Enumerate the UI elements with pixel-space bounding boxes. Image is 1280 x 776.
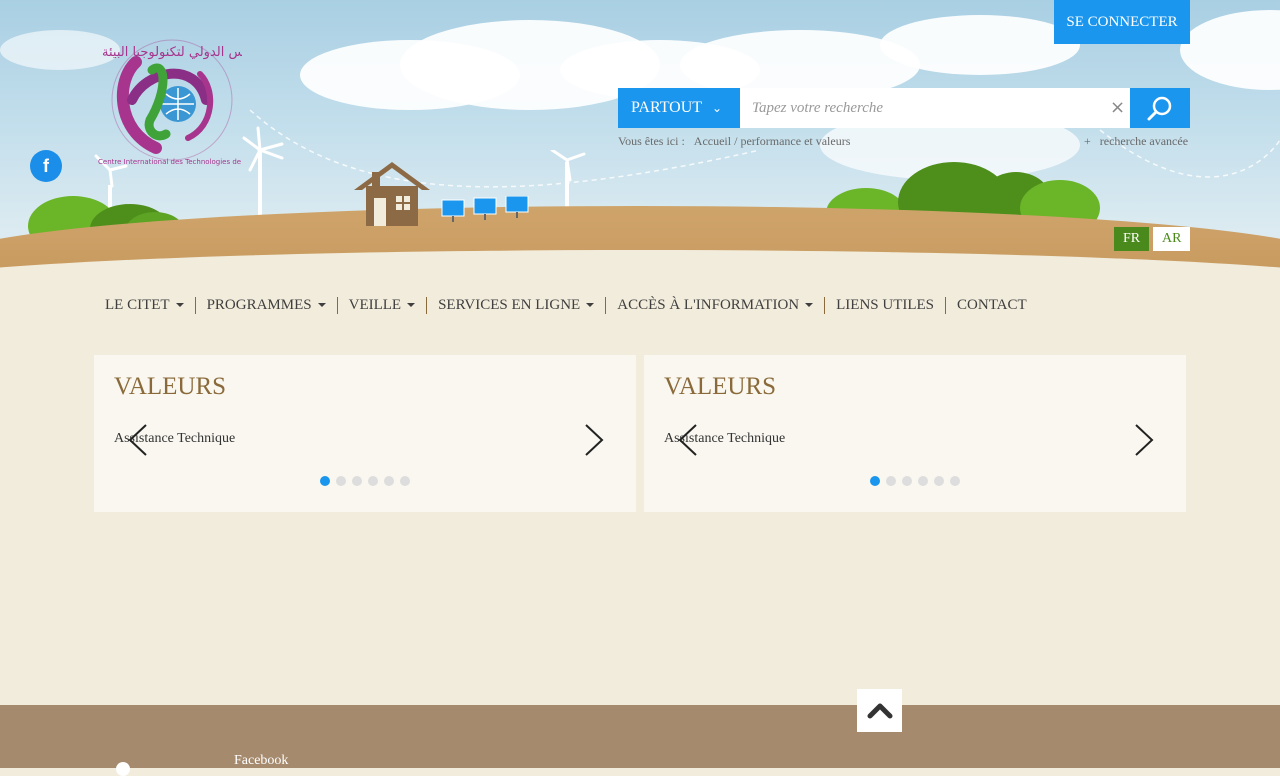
back-to-top-button[interactable] [857,689,902,732]
house-icon [354,162,430,226]
prev-arrow-icon[interactable] [676,423,700,457]
search-scope-label: PARTOUT [631,99,703,116]
panel-title: VALEURS [114,373,227,400]
cloud [880,15,1080,75]
nav-item-label: ACCÈS À L'INFORMATION [617,296,800,313]
search-input[interactable] [740,88,1130,128]
slider-dot[interactable] [368,476,378,486]
nav-item-label: CONTACT [957,296,1027,313]
chevron-up-icon [867,703,893,719]
slider-dot[interactable] [950,476,960,486]
panel-title: VALEURS [664,373,777,400]
slider-dot[interactable] [400,476,410,486]
logo-arabic-text: مركز تونس الدولي لتكنولوجيا البيئة [102,45,242,60]
nav-item-label: PROGRAMMES [206,296,312,313]
footer-bullet-icon [116,762,130,776]
caret-down-icon [407,303,416,308]
slider-dot[interactable] [352,476,362,486]
clear-search-icon[interactable]: × [1110,97,1125,118]
nav-item-acces-information[interactable]: ACCÈS À L'INFORMATION [605,296,824,314]
solar-panels-icon [441,196,529,222]
chevron-down-icon: ⌄ [712,101,723,115]
nav-item-label: SERVICES EN LIGNE [438,296,581,313]
slider-dot[interactable] [870,476,880,486]
caret-down-icon [805,303,814,308]
slider-dots [94,476,636,486]
slider-dot[interactable] [934,476,944,486]
main-nav: LE CITET PROGRAMMES VEILLE SERVICES EN L… [94,294,1038,316]
next-arrow-icon[interactable] [1132,423,1156,457]
breadcrumb-current: performance et valeurs [740,134,851,148]
caret-down-icon [586,303,595,308]
next-arrow-icon[interactable] [582,423,606,457]
slider-dot[interactable] [918,476,928,486]
advanced-search-link[interactable]: + recherche avancée [1084,134,1188,149]
nav-item-le-citet[interactable]: LE CITET [94,297,195,314]
search-scope-dropdown[interactable]: PARTOUT ⌄ [618,88,740,128]
language-fr-button[interactable]: FR [1114,227,1150,251]
language-ar-button[interactable]: AR [1153,227,1191,251]
nav-item-contact[interactable]: CONTACT [945,296,1038,314]
breadcrumb: Vous êtes ici : Accueil / performance et… [618,134,850,149]
nav-item-veille[interactable]: VEILLE [336,296,426,314]
slider-dot[interactable] [886,476,896,486]
nav-item-services-en-ligne[interactable]: SERVICES EN LIGNE [426,296,605,314]
cloud [1180,10,1280,90]
login-button[interactable]: SE CONNECTER [1054,0,1190,44]
nav-item-liens-utiles[interactable]: LIENS UTILES [824,296,945,314]
search-button[interactable] [1130,88,1190,128]
slider-dot[interactable] [384,476,394,486]
caret-down-icon [175,303,184,308]
slider-dot[interactable] [902,476,912,486]
prev-arrow-icon[interactable] [126,423,150,457]
values-panel: VALEURS Assistance Technique [94,355,636,512]
search-icon [1147,96,1172,121]
logo-latin-text: Centre International des Technologies de… [98,158,242,166]
values-panel: VALEURS Assistance Technique [644,355,1186,512]
breadcrumb-home-link[interactable]: Accueil [694,134,731,149]
nav-item-label: VEILLE [348,296,402,313]
nav-item-programmes[interactable]: PROGRAMMES [194,296,337,314]
facebook-icon[interactable]: f [30,150,62,182]
breadcrumb-separator: / [734,134,738,148]
nav-item-label: LE CITET [105,296,170,313]
citet-logo[interactable]: مركز تونس الدولي لتكنولوجيا البيئة Centr… [96,30,242,170]
footer-facebook-link[interactable]: Facebook [234,753,288,769]
nav-item-label: LIENS UTILES [836,296,935,313]
slider-dot[interactable] [320,476,330,486]
slider-dot[interactable] [336,476,346,486]
caret-down-icon [317,303,326,308]
breadcrumb-prefix: Vous êtes ici : [618,134,685,148]
footer [0,705,1280,768]
slider-dots [644,476,1186,486]
